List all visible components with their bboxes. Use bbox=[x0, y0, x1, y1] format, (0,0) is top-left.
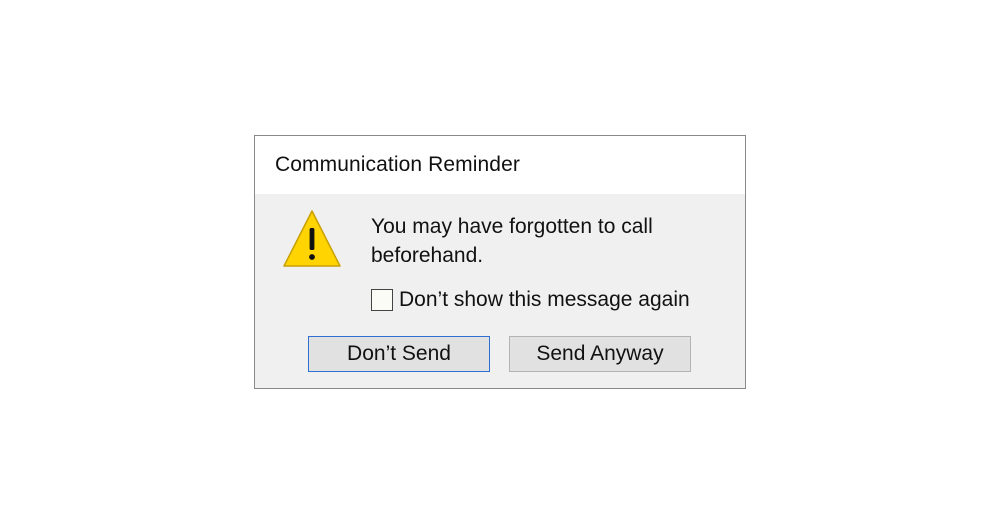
dont-show-again-option[interactable]: Don’t show this message again bbox=[371, 286, 690, 314]
dialog-titlebar: Communication Reminder bbox=[255, 136, 745, 194]
warning-icon bbox=[283, 210, 341, 267]
dont-show-again-checkbox[interactable] bbox=[371, 289, 393, 311]
dialog-title: Communication Reminder bbox=[275, 153, 520, 176]
send-anyway-button[interactable]: Send Anyway bbox=[509, 336, 691, 372]
dialog-message: You may have forgotten to call beforehan… bbox=[371, 215, 653, 267]
dont-show-again-label[interactable]: Don’t show this message again bbox=[399, 288, 690, 312]
dont-send-button[interactable]: Don’t Send bbox=[308, 336, 490, 372]
communication-reminder-dialog: Communication Reminder You may have forg… bbox=[254, 135, 746, 389]
